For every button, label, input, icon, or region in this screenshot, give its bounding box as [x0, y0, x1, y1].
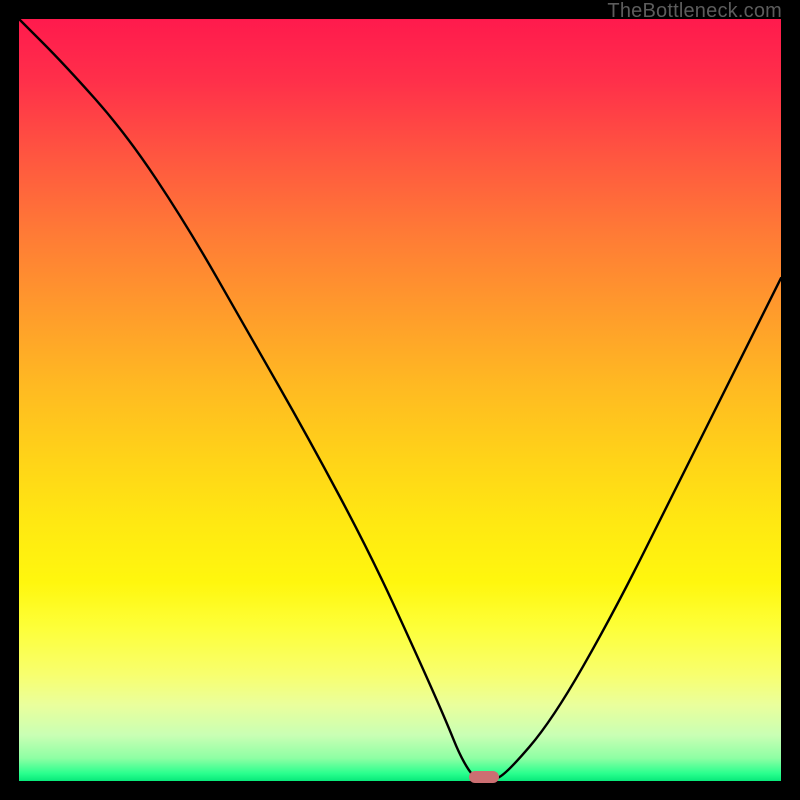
chart-wrapper: TheBottleneck.com [0, 0, 800, 800]
plot-area [19, 19, 781, 781]
curve-svg [19, 19, 781, 781]
bottleneck-curve [19, 19, 781, 781]
bottleneck-marker [469, 771, 499, 783]
